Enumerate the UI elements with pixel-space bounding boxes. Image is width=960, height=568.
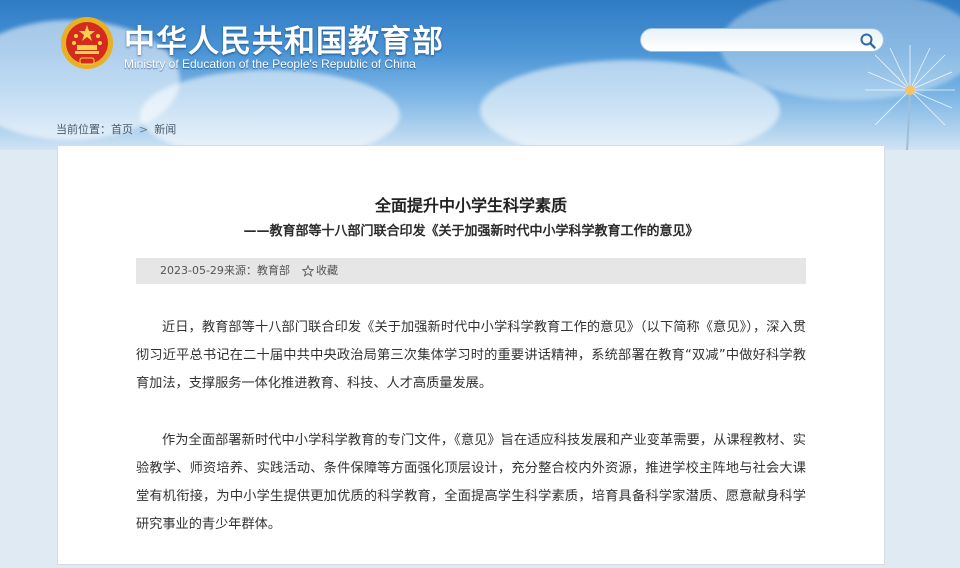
site-title: 中华人民共和国教育部 xyxy=(124,24,444,60)
favorite-button[interactable]: 收藏 xyxy=(302,258,338,284)
article-body: 近日，教育部等十八部门联合印发《关于加强新时代中小学科学教育工作的意见》（以下简… xyxy=(136,314,806,568)
breadcrumb-news-link[interactable]: 新闻 xyxy=(154,123,176,136)
site-subtitle: Ministry of Education of the People's Re… xyxy=(124,57,416,71)
star-icon xyxy=(302,265,314,277)
article-subtitle: ——教育部等十八部门联合印发《关于加强新时代中小学科学教育工作的意见》 xyxy=(243,224,699,239)
national-emblem-icon xyxy=(61,17,113,69)
search-box xyxy=(640,28,884,52)
dandelion-decoration-icon xyxy=(865,45,955,150)
article-meta-bar: 2023-05-29 来源：教育部 收藏 xyxy=(136,258,806,284)
cloud-decoration xyxy=(140,70,400,150)
article-date: 2023-05-29 xyxy=(160,264,224,277)
article-paragraph: 作为全面部署新时代中小学科学教育的专门文件，《意见》旨在适应科技发展和产业变革需… xyxy=(136,433,806,532)
breadcrumb-separator: > xyxy=(139,123,149,136)
article-paragraph: 近日，教育部等十八部门联合印发《关于加强新时代中小学科学教育工作的意见》（以下简… xyxy=(136,320,806,391)
article-source: 来源：教育部 xyxy=(224,264,290,277)
article-panel: 全面提升中小学生科学素质 ——教育部等十八部门联合印发《关于加强新时代中小学科学… xyxy=(57,145,885,565)
cloud-decoration xyxy=(480,60,780,150)
breadcrumb-label: 当前位置： xyxy=(56,123,111,136)
search-input[interactable] xyxy=(651,31,855,51)
breadcrumb-home-link[interactable]: 首页 xyxy=(111,123,133,136)
article-title: 全面提升中小学生科学素质 xyxy=(374,196,567,215)
breadcrumb: 当前位置：首页 > 新闻 xyxy=(56,121,176,137)
favorite-label: 收藏 xyxy=(316,264,338,277)
